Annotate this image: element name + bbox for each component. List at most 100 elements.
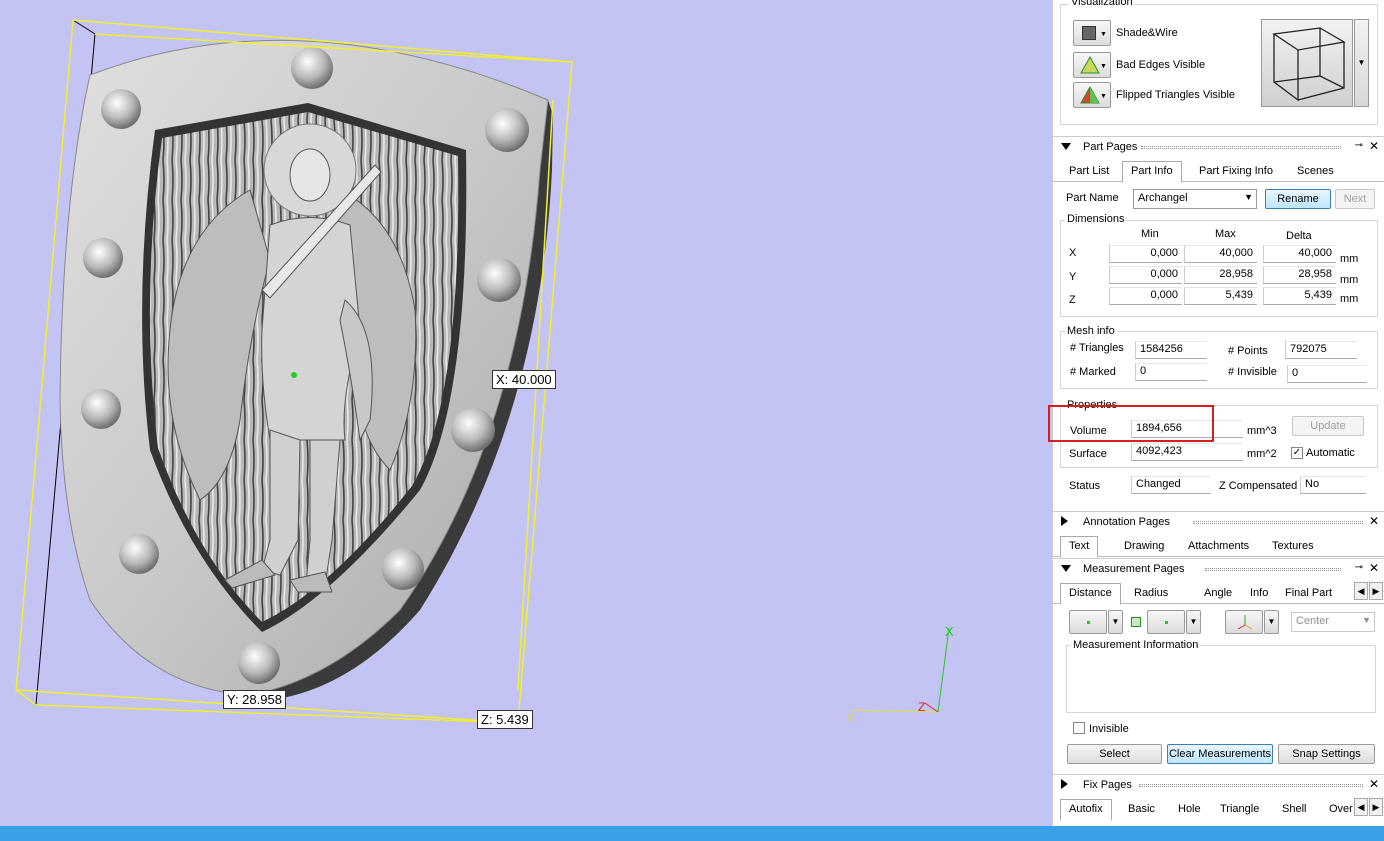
tab-basic[interactable]: Basic (1120, 801, 1163, 820)
pin-icon[interactable]: ⊸ (1355, 562, 1363, 573)
point-a-button[interactable] (1069, 610, 1107, 634)
coordinate-system-dropdown[interactable]: ▼ (1264, 610, 1279, 634)
dim-x-max[interactable]: 40,000 (1184, 245, 1257, 263)
part-name-select[interactable]: Archangel ▼ (1133, 189, 1257, 209)
view-cube-button[interactable] (1261, 19, 1353, 107)
snap-settings-button[interactable]: Snap Settings (1278, 744, 1375, 764)
close-icon[interactable]: ✕ (1369, 139, 1379, 153)
dim-z-max[interactable]: 5,439 (1184, 287, 1257, 305)
marked-label: # Marked (1070, 366, 1116, 378)
tab-scroll-right-icon[interactable]: ▶ (1369, 798, 1383, 816)
dim-y-max[interactable]: 28,958 (1184, 266, 1257, 284)
tab-autofix[interactable]: Autofix (1060, 799, 1112, 821)
bad-edges-label: Bad Edges Visible (1116, 59, 1206, 71)
tab-part-fixing-info[interactable]: Part Fixing Info (1191, 163, 1281, 182)
tab-hole[interactable]: Hole (1170, 801, 1209, 820)
annotation-pages-header[interactable]: Annotation Pages ✕ (1053, 511, 1384, 531)
taskbar-strip (0, 826, 1384, 841)
tab-distance[interactable]: Distance (1060, 583, 1121, 605)
dim-z-min[interactable]: 0,000 (1109, 287, 1182, 305)
bad-edges-button[interactable]: ▼ (1073, 52, 1111, 78)
expand-triangle-icon[interactable] (1061, 779, 1069, 792)
measurement-pages-tabs: Distance Radius Angle Info Final Part (1053, 582, 1384, 605)
volume-unit: mm^3 (1247, 425, 1277, 437)
pin-icon[interactable]: ⊸ (1355, 140, 1363, 151)
triangle-edges-icon (1080, 56, 1100, 74)
dim-row-x-axis: X (1069, 247, 1077, 259)
drag-handle[interactable] (1205, 568, 1341, 571)
tab-drawing[interactable]: Drawing (1116, 538, 1172, 557)
tab-scroll-left-icon[interactable]: ◀ (1354, 798, 1368, 816)
expand-triangle-icon[interactable] (1061, 516, 1069, 529)
collapse-triangle-icon[interactable] (1061, 564, 1071, 576)
tab-scroll-right-icon[interactable]: ▶ (1369, 582, 1383, 600)
link-icon[interactable] (1131, 617, 1141, 627)
dim-y-delta[interactable]: 28,958 (1263, 266, 1336, 284)
coordinate-system-button[interactable] (1225, 610, 1263, 634)
tab-info[interactable]: Info (1242, 585, 1276, 604)
center-select[interactable]: Center ▼ (1291, 612, 1375, 632)
measurement-information-title: Measurement Information (1071, 639, 1201, 651)
points-label: # Points (1228, 345, 1268, 357)
dropdown-arrow-icon: ▼ (1100, 31, 1107, 38)
close-icon[interactable]: ✕ (1369, 561, 1379, 575)
tab-over[interactable]: Over (1321, 801, 1355, 820)
close-icon[interactable]: ✕ (1369, 777, 1379, 791)
status-value[interactable]: Changed (1131, 476, 1211, 494)
collapse-triangle-icon[interactable] (1061, 142, 1071, 154)
dropdown-arrow-icon: ▼ (1100, 63, 1107, 70)
dim-x-delta[interactable]: 40,000 (1263, 245, 1336, 263)
triangles-value[interactable]: 1584256 (1135, 341, 1207, 359)
tab-radius[interactable]: Radius (1126, 585, 1176, 604)
point-a-dropdown[interactable]: ▼ (1108, 610, 1123, 634)
tab-angle[interactable]: Angle (1196, 585, 1240, 604)
rename-button[interactable]: Rename (1265, 189, 1331, 209)
close-icon[interactable]: ✕ (1369, 514, 1379, 528)
point-b-dropdown[interactable]: ▼ (1186, 610, 1201, 634)
tab-text[interactable]: Text (1060, 536, 1099, 558)
points-value[interactable]: 792075 (1285, 341, 1357, 359)
tab-scenes[interactable]: Scenes (1289, 163, 1342, 182)
tab-scroll-left-icon[interactable]: ◀ (1354, 582, 1368, 600)
dim-z-delta[interactable]: 5,439 (1263, 287, 1336, 305)
automatic-checkbox[interactable]: ✓ (1291, 447, 1303, 459)
select-button[interactable]: Select (1067, 744, 1162, 764)
surface-value[interactable]: 4092,423 (1131, 443, 1243, 461)
dimension-x-label: X: 40.000 (492, 370, 556, 389)
clear-measurements-button[interactable]: Clear Measurements (1167, 744, 1273, 764)
shade-wire-button[interactable]: ▼ (1073, 20, 1111, 46)
dimension-y-label: Y: 28.958 (223, 690, 286, 709)
point-b-button[interactable] (1147, 610, 1185, 634)
drag-handle[interactable] (1139, 784, 1363, 787)
invisible-checkbox[interactable] (1073, 722, 1085, 734)
update-button[interactable]: Update (1292, 416, 1364, 436)
tab-textures[interactable]: Textures (1264, 538, 1322, 557)
shield-model[interactable]: X Y Z (0, 0, 1052, 826)
measurement-pages-header[interactable]: Measurement Pages ⊸ ✕ (1053, 558, 1384, 578)
3d-viewport[interactable]: X Y Z X: 40.000 Y: 28.958 Z: 5.439 (0, 0, 1052, 826)
tab-triangle[interactable]: Triangle (1212, 801, 1267, 820)
tab-attachments[interactable]: Attachments (1180, 538, 1257, 557)
annotation-pages-title: Annotation Pages (1083, 516, 1170, 528)
dim-y-min[interactable]: 0,000 (1109, 266, 1182, 284)
fix-pages-title: Fix Pages (1083, 779, 1132, 791)
tab-final-part[interactable]: Final Part (1277, 585, 1340, 604)
drag-handle[interactable] (1193, 521, 1363, 524)
fix-pages-header[interactable]: Fix Pages ✕ (1053, 774, 1384, 794)
dim-header-min: Min (1141, 228, 1159, 240)
drag-handle[interactable] (1141, 146, 1341, 149)
part-pages-title: Part Pages (1083, 141, 1138, 153)
view-cube-dropdown[interactable]: ▼ (1354, 19, 1369, 107)
surface-label: Surface (1069, 448, 1107, 460)
z-compensated-value[interactable]: No (1300, 476, 1366, 494)
next-button[interactable]: Next (1335, 189, 1375, 209)
automatic-label: Automatic (1306, 447, 1355, 459)
part-pages-header[interactable]: Part Pages ⊸ ✕ (1053, 136, 1384, 156)
tab-part-info[interactable]: Part Info (1122, 161, 1182, 183)
tab-shell[interactable]: Shell (1274, 801, 1314, 820)
tab-part-list[interactable]: Part List (1061, 163, 1117, 182)
invisible-value[interactable]: 0 (1287, 365, 1367, 383)
flipped-triangles-button[interactable]: ▼ (1073, 82, 1111, 108)
dim-x-min[interactable]: 0,000 (1109, 245, 1182, 263)
marked-value[interactable]: 0 (1135, 363, 1207, 381)
